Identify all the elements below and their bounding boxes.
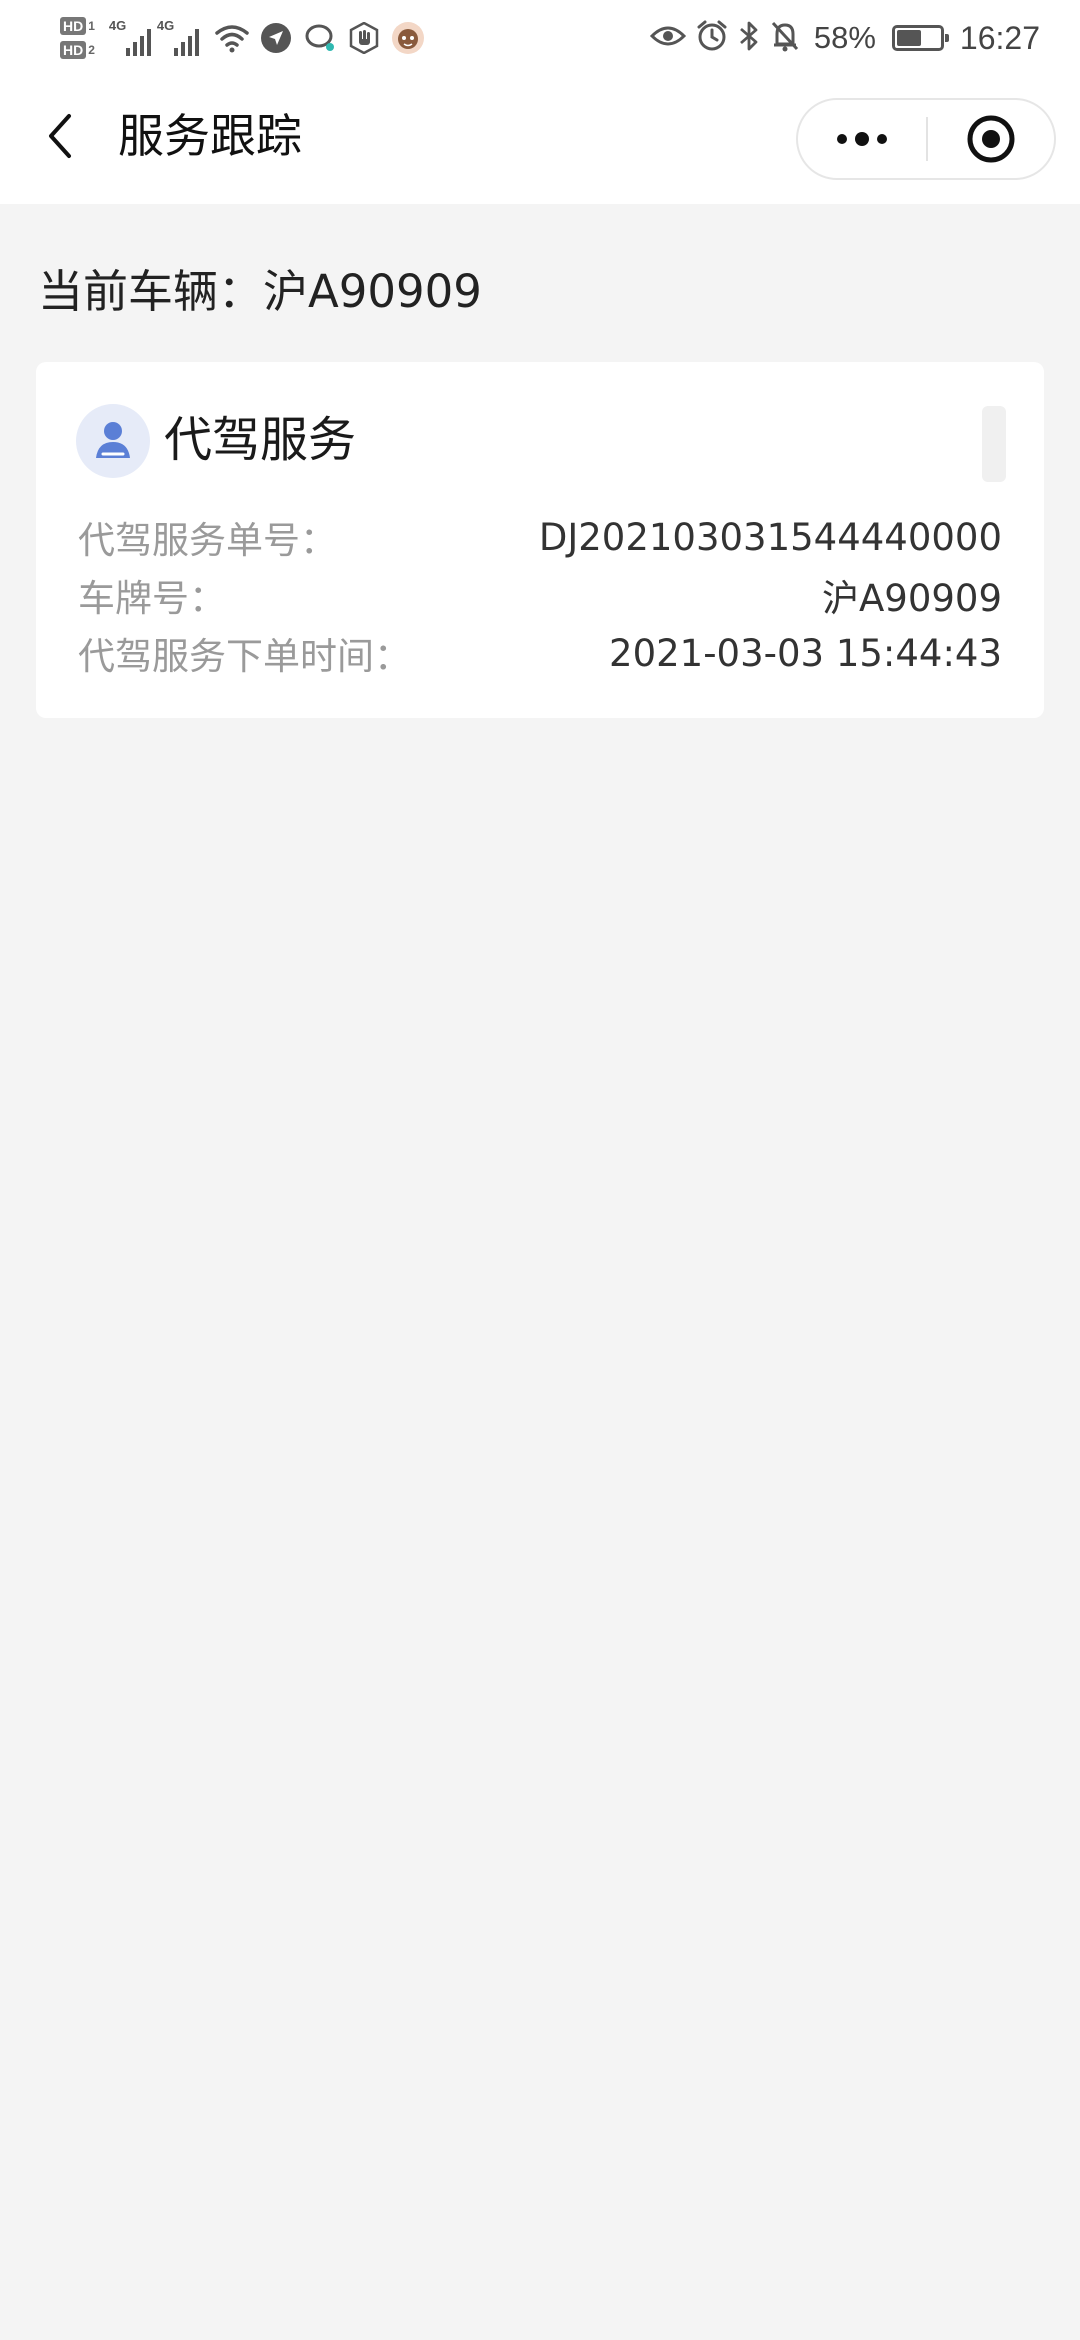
- target-circle-icon: [967, 115, 1015, 163]
- status-bar-right: 58% 16:27: [649, 12, 1040, 64]
- driver-person-icon: [76, 404, 150, 478]
- row-value: DJ202103031544440000: [538, 515, 1002, 559]
- card-title: 代驾服务: [164, 412, 357, 468]
- row-value: 沪A90909: [821, 577, 1002, 620]
- battery-icon: [891, 25, 949, 51]
- mini-program-capsule: [796, 98, 1056, 180]
- card-scrollbar[interactable]: [982, 406, 1006, 482]
- alarm-icon: [696, 20, 728, 56]
- info-row-plate-number: 车牌号： 沪A90909: [78, 568, 1002, 622]
- current-vehicle-label: 当前车辆：沪A90909: [38, 265, 482, 318]
- battery-percent: 58%: [813, 20, 876, 55]
- chevron-left-icon: [49, 114, 71, 158]
- bluetooth-icon: [738, 20, 760, 56]
- clock: 16:27: [959, 19, 1040, 56]
- more-dots-icon: [837, 132, 887, 146]
- page-title: 服务跟踪: [118, 109, 302, 163]
- location-icon: [259, 21, 293, 55]
- nav-bar: 服务跟踪: [0, 76, 1080, 204]
- signal-icon: 4G: [157, 18, 199, 58]
- row-label: 代驾服务单号：: [78, 519, 337, 562]
- row-value: 2021-03-03 15:44:43: [609, 631, 1002, 675]
- row-label: 车牌号：: [78, 577, 226, 620]
- chat-bubble-icon: [303, 21, 337, 55]
- hand-icon: [347, 21, 381, 55]
- service-card[interactable]: 代驾服务 代驾服务单号： DJ202103031544440000 车牌号： 沪…: [36, 362, 1044, 718]
- back-button[interactable]: [30, 106, 90, 166]
- more-button[interactable]: [798, 100, 926, 178]
- signal-icon: 4G: [109, 18, 151, 58]
- eye-icon: [649, 24, 686, 52]
- hd-badge-2: HD 2: [60, 41, 95, 59]
- row-label: 代驾服务下单时间：: [78, 635, 411, 678]
- close-mini-program-button[interactable]: [928, 100, 1054, 178]
- info-row-order-time: 代驾服务下单时间： 2021-03-03 15:44:43: [78, 626, 1002, 680]
- wifi-icon: [215, 21, 249, 55]
- hd-badge-1: HD 1: [60, 17, 95, 35]
- mute-bell-icon: [770, 20, 800, 56]
- info-row-order-number: 代驾服务单号： DJ202103031544440000: [78, 510, 1002, 564]
- status-bar-left: HD 1 HD 2 4G 4G: [60, 8, 425, 68]
- avatar-app-icon: [391, 21, 425, 55]
- status-bar: HD 1 HD 2 4G 4G 58% 16:27: [0, 0, 1080, 76]
- hd-indicators: HD 1 HD 2: [60, 17, 95, 59]
